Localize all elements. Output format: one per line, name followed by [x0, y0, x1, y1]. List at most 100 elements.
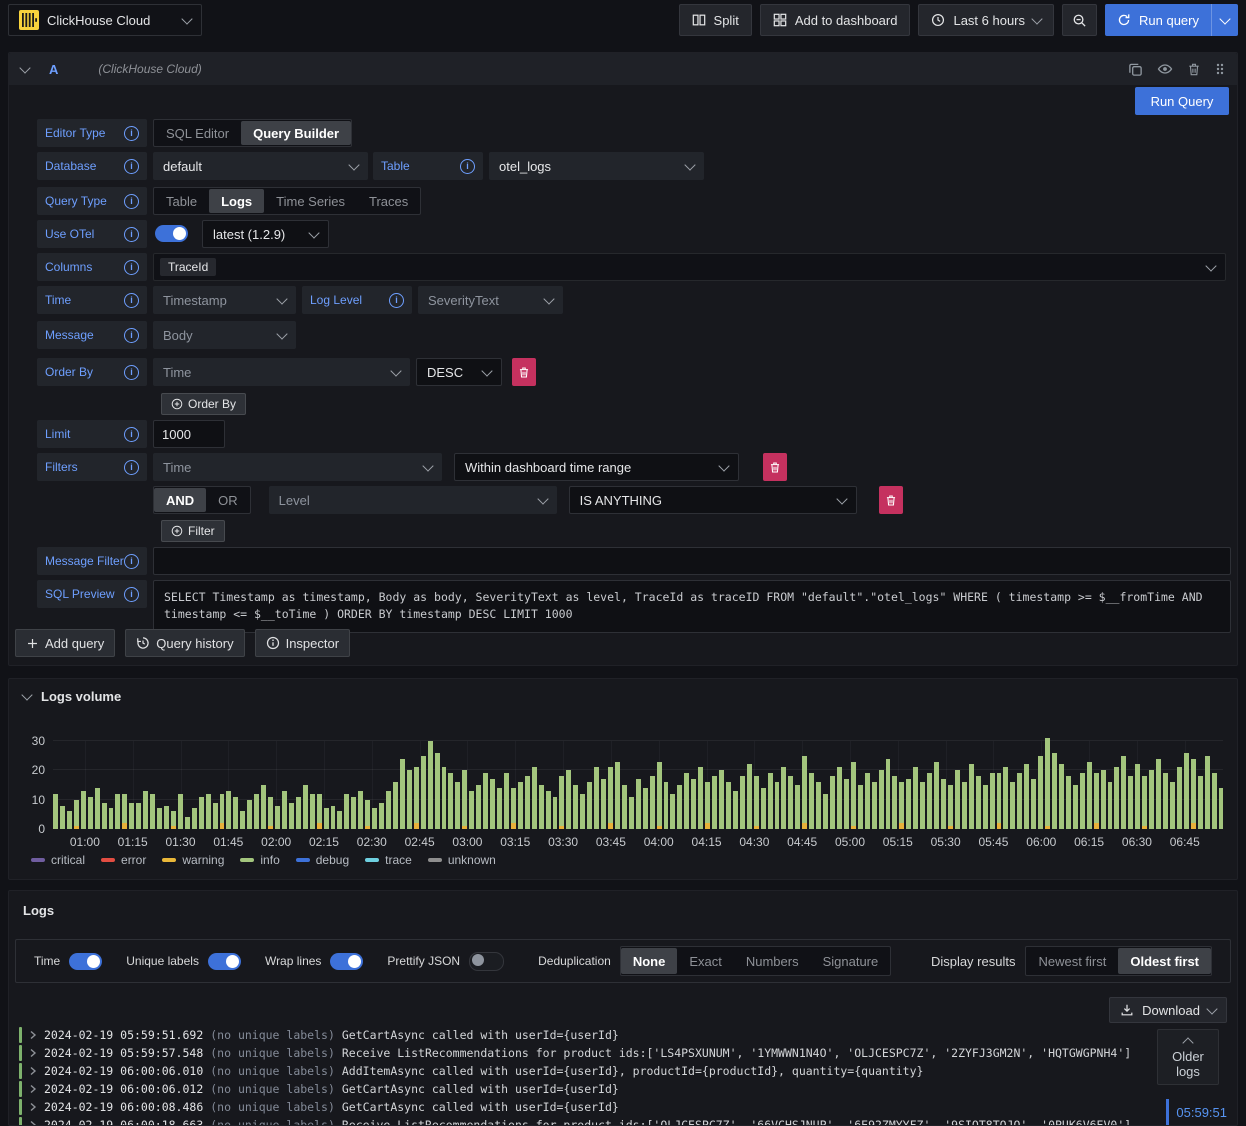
- deduplication-option-signature[interactable]: Signature: [811, 948, 891, 974]
- time-toggle[interactable]: [69, 952, 103, 970]
- run-query-button[interactable]: Run query: [1105, 4, 1211, 36]
- inspector-button[interactable]: Inspector: [254, 629, 351, 657]
- query-type-option-traces[interactable]: Traces: [357, 189, 420, 213]
- run-query-caret[interactable]: [1211, 4, 1238, 36]
- datasource-picker[interactable]: ClickHouse Cloud: [8, 4, 202, 36]
- volume-bar: [115, 793, 121, 829]
- run-query-split-button[interactable]: Run query: [1105, 4, 1238, 36]
- order-by-field-select[interactable]: Time: [153, 358, 410, 386]
- info-icon[interactable]: i: [124, 586, 139, 602]
- wrap-lines-toggle[interactable]: [330, 952, 364, 970]
- log-row[interactable]: 2024-02-19 06:00:06.012 (no unique labels…: [19, 1080, 1207, 1098]
- log-row[interactable]: 2024-02-19 06:00:08.486 (no unique labels…: [19, 1098, 1207, 1116]
- log-level-select[interactable]: SeverityText: [418, 286, 563, 314]
- info-icon[interactable]: i: [124, 259, 139, 275]
- query-type-option-logs[interactable]: Logs: [209, 189, 265, 213]
- remove-filter-button[interactable]: [763, 453, 787, 481]
- legend-item-unknown[interactable]: unknown: [427, 853, 496, 867]
- legend-item-info[interactable]: info: [240, 853, 280, 867]
- info-icon[interactable]: i: [124, 158, 139, 174]
- info-icon[interactable]: i: [124, 292, 139, 308]
- x-tick-label: 03:15: [500, 835, 531, 849]
- editor-type-option-sql-editor[interactable]: SQL Editor: [154, 121, 241, 145]
- table-select[interactable]: otel_logs: [489, 152, 704, 180]
- database-select[interactable]: default: [153, 152, 368, 180]
- angle-right-icon[interactable]: [29, 1102, 37, 1112]
- info-icon[interactable]: i: [124, 364, 139, 380]
- volume-bar: [1003, 767, 1009, 829]
- info-icon[interactable]: i: [124, 327, 139, 343]
- drag-handle-icon[interactable]: [1215, 61, 1225, 77]
- remove-order-by-button[interactable]: [512, 358, 536, 386]
- info-icon[interactable]: i: [124, 125, 139, 141]
- limit-input[interactable]: [153, 420, 225, 448]
- query-row-header[interactable]: A (ClickHouse Cloud): [9, 53, 1237, 85]
- volume-bar: [316, 793, 322, 829]
- collapse-chevron-icon[interactable]: [21, 689, 33, 701]
- volume-bar: [170, 811, 176, 829]
- column-chip[interactable]: TraceId: [160, 258, 217, 276]
- query-type-option-time-series[interactable]: Time Series: [264, 189, 357, 213]
- download-button[interactable]: Download: [1109, 997, 1227, 1023]
- add-filter-button[interactable]: Filter: [161, 520, 225, 542]
- info-icon[interactable]: i: [124, 459, 139, 475]
- info-icon[interactable]: i: [460, 158, 475, 174]
- chevron-down-icon: [1219, 12, 1231, 25]
- deduplication-option-numbers[interactable]: Numbers: [734, 948, 811, 974]
- split-button[interactable]: Split: [678, 4, 752, 36]
- volume-bar: [503, 773, 509, 829]
- query-type-option-table[interactable]: Table: [154, 189, 209, 213]
- info-icon[interactable]: i: [124, 193, 139, 209]
- add-query-button[interactable]: Add query: [15, 629, 116, 657]
- filter-condition-field-select[interactable]: Level: [268, 486, 557, 514]
- info-icon[interactable]: i: [124, 426, 139, 442]
- angle-right-icon[interactable]: [29, 1120, 37, 1125]
- message-filter-input[interactable]: [153, 547, 1231, 575]
- hide-query-button[interactable]: [1157, 61, 1173, 77]
- add-order-by-button[interactable]: Order By: [161, 393, 247, 415]
- use-otel-toggle[interactable]: [155, 225, 188, 242]
- display-results-option-oldest-first[interactable]: Oldest first: [1118, 948, 1211, 974]
- info-icon[interactable]: i: [124, 553, 139, 569]
- deduplication-option-none[interactable]: None: [620, 948, 678, 974]
- display-results-option-newest-first[interactable]: Newest first: [1026, 948, 1118, 974]
- prettify-json-toggle[interactable]: [469, 951, 505, 971]
- angle-right-icon[interactable]: [29, 1084, 37, 1094]
- legend-item-trace[interactable]: trace: [365, 853, 412, 867]
- legend-item-warning[interactable]: warning: [162, 853, 224, 867]
- legend-item-error[interactable]: error: [101, 853, 146, 867]
- remove-query-button[interactable]: [1187, 62, 1201, 77]
- unique-labels-toggle[interactable]: [207, 952, 241, 970]
- deduplication-option-exact[interactable]: Exact: [677, 948, 734, 974]
- add-to-dashboard-button[interactable]: Add to dashboard: [759, 4, 911, 36]
- otel-version-select[interactable]: latest (1.2.9): [202, 220, 329, 248]
- older-logs-button[interactable]: Older logs: [1157, 1029, 1219, 1085]
- time-range-picker[interactable]: Last 6 hours: [918, 4, 1055, 36]
- collapse-chevron-icon[interactable]: [19, 61, 31, 74]
- filter-andor-option-and[interactable]: AND: [154, 488, 207, 512]
- filter-condition-op-select[interactable]: IS ANYTHING: [568, 486, 857, 514]
- log-row[interactable]: 2024-02-19 05:59:57.548 (no unique labels…: [19, 1044, 1207, 1062]
- angle-right-icon[interactable]: [29, 1066, 37, 1076]
- filter-operator-select[interactable]: Within dashboard time range: [454, 453, 739, 481]
- message-column-select[interactable]: Body: [153, 321, 296, 349]
- time-column-select[interactable]: Timestamp: [153, 286, 296, 314]
- filter-andor-option-or[interactable]: OR: [206, 488, 250, 512]
- legend-item-debug[interactable]: debug: [295, 853, 349, 867]
- duplicate-query-button[interactable]: [1128, 62, 1143, 77]
- log-row[interactable]: 2024-02-19 06:00:18.663 (no unique labels…: [19, 1116, 1207, 1125]
- editor-type-option-query-builder[interactable]: Query Builder: [241, 121, 352, 145]
- legend-item-critical[interactable]: critical: [31, 853, 85, 867]
- zoom-out-button[interactable]: [1062, 4, 1098, 36]
- info-icon[interactable]: i: [389, 292, 404, 308]
- filter-field-select[interactable]: Time: [153, 453, 442, 481]
- query-history-button[interactable]: Query history: [125, 629, 245, 657]
- info-icon[interactable]: i: [124, 226, 139, 242]
- remove-condition-button[interactable]: [878, 486, 903, 514]
- angle-right-icon[interactable]: [29, 1030, 37, 1040]
- log-row[interactable]: 2024-02-19 06:00:06.010 (no unique labels…: [19, 1062, 1207, 1080]
- log-row[interactable]: 2024-02-19 05:59:51.692 (no unique labels…: [19, 1026, 1207, 1044]
- columns-multiselect[interactable]: TraceId: [153, 253, 1226, 281]
- order-by-direction-select[interactable]: DESC: [416, 358, 502, 386]
- angle-right-icon[interactable]: [29, 1048, 37, 1058]
